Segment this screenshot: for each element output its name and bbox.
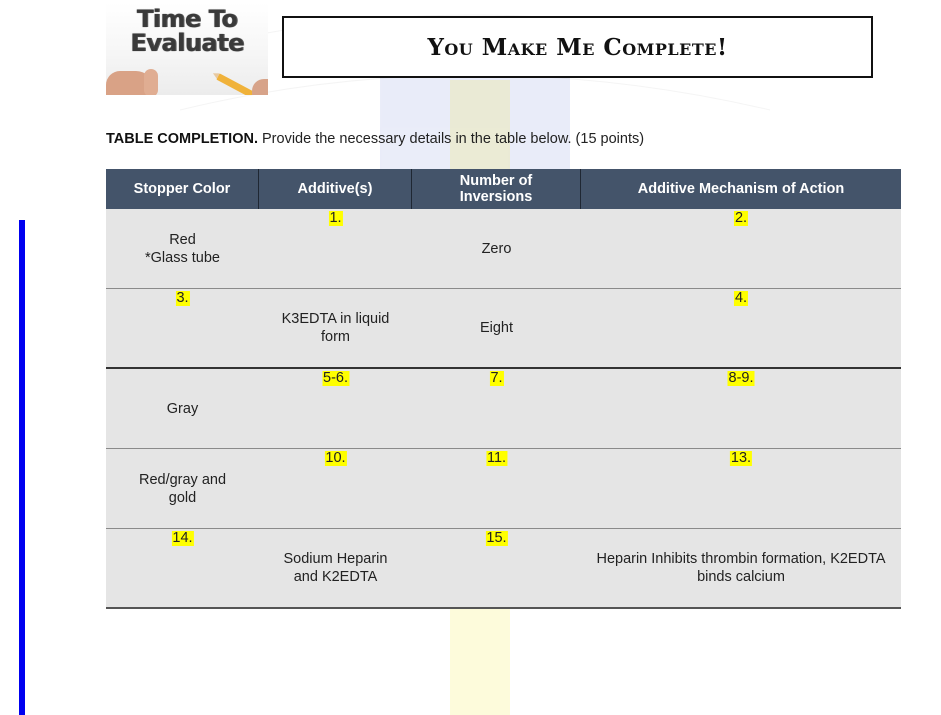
table-cell-mechanism: Heparin Inhibits thrombin formation, K2E… <box>581 529 901 607</box>
table-cell-inversions: Eight <box>412 289 581 367</box>
table-cell-inversions: 7. <box>412 369 581 448</box>
table-cell-mechanism: 13. <box>581 449 901 528</box>
cell-value: Gray <box>166 400 199 417</box>
table-cell-mechanism: 2. <box>581 209 901 288</box>
title-box: You Make Me Complete! <box>282 16 873 78</box>
table-cell-additive: 10. <box>259 449 412 528</box>
table-cell-stopper: Red *Glass tube <box>106 209 259 288</box>
table-cell-mechanism: 8-9. <box>581 369 901 448</box>
table-row: 3. K3EDTA in liquid form Eight 4. <box>106 289 901 369</box>
instructions: TABLE COMPLETION. Provide the necessary … <box>106 131 644 147</box>
table-cell-stopper: Red/gray and gold <box>106 449 259 528</box>
table-cell-additive: K3EDTA in liquid form <box>259 289 412 367</box>
time-to-evaluate-image: Time To Evaluate <box>106 3 268 95</box>
cell-value: Sodium Heparin and K2EDTA <box>283 551 388 585</box>
table-cell-stopper: Gray <box>106 369 259 448</box>
table-cell-stopper: 3. <box>106 289 259 367</box>
table-cell-inversions: 15. <box>412 529 581 607</box>
cell-value: K3EDTA in liquid form <box>281 311 390 345</box>
table-row: 14. Sodium Heparin and K2EDTA 15. Heparin I… <box>106 529 901 609</box>
instructions-text: Provide the necessary details in the tab… <box>257 131 645 147</box>
cell-value: Eight <box>479 320 514 336</box>
column-header-stopper-color: Stopper Color <box>106 169 259 209</box>
blank-item-number: 3. <box>175 290 190 306</box>
cell-value: Red *Glass tube <box>145 231 220 266</box>
instructions-heading: TABLE COMPLETION. <box>106 131 258 147</box>
left-margin-bar <box>19 220 25 715</box>
table-row: Red/gray and gold 10. 11. 13. <box>106 449 901 529</box>
page-title: You Make Me Complete! <box>427 33 728 61</box>
table-cell-mechanism: 4. <box>581 289 901 367</box>
table-body: Red *Glass tube 1. Zero 2. 3. K3EDTA in liqui… <box>106 209 901 609</box>
hand-right-graphic <box>252 79 268 95</box>
cell-value: Zero <box>481 240 512 257</box>
table-cell-inversions: Zero <box>412 209 581 288</box>
completion-table: Stopper Color Additive(s) Number of Inve… <box>106 169 901 609</box>
table-row: Red *Glass tube 1. Zero 2. <box>106 209 901 289</box>
table-cell-additive: 1. <box>259 209 412 288</box>
image-caption: Time To Evaluate <box>130 5 244 57</box>
blank-item-number: 5-6. <box>322 370 349 386</box>
column-header-inversions: Number of Inversions <box>412 169 581 209</box>
table-cell-inversions: 11. <box>412 449 581 528</box>
blank-item-number: 4. <box>733 290 749 306</box>
blank-item-number: 13. <box>729 450 753 466</box>
finger-graphic <box>144 69 158 95</box>
table-row: Gray 5-6. 7. 8-9. <box>106 369 901 449</box>
blank-item-number: 8-9. <box>727 370 755 386</box>
blank-item-number: 7. <box>489 370 504 386</box>
blank-item-number: 14. <box>171 530 194 546</box>
table-header: Stopper Color Additive(s) Number of Inve… <box>106 169 901 209</box>
table-cell-additive: 5-6. <box>259 369 412 448</box>
blank-item-number: 10. <box>324 450 347 466</box>
cell-value: Heparin Inhibits thrombin formation, K2E… <box>596 551 886 585</box>
blank-item-number: 11. <box>485 450 508 466</box>
blank-item-number: 2. <box>733 210 749 226</box>
table-cell-additive: Sodium Heparin and K2EDTA <box>259 529 412 607</box>
column-header-mechanism: Additive Mechanism of Action <box>637 181 845 197</box>
column-header-additives: Additive(s) <box>259 169 412 209</box>
blank-item-number: 1. <box>328 210 343 226</box>
blank-item-number: 15. <box>485 530 508 546</box>
cell-value: Red/gray and gold <box>138 471 227 506</box>
table-cell-stopper: 14. <box>106 529 259 607</box>
